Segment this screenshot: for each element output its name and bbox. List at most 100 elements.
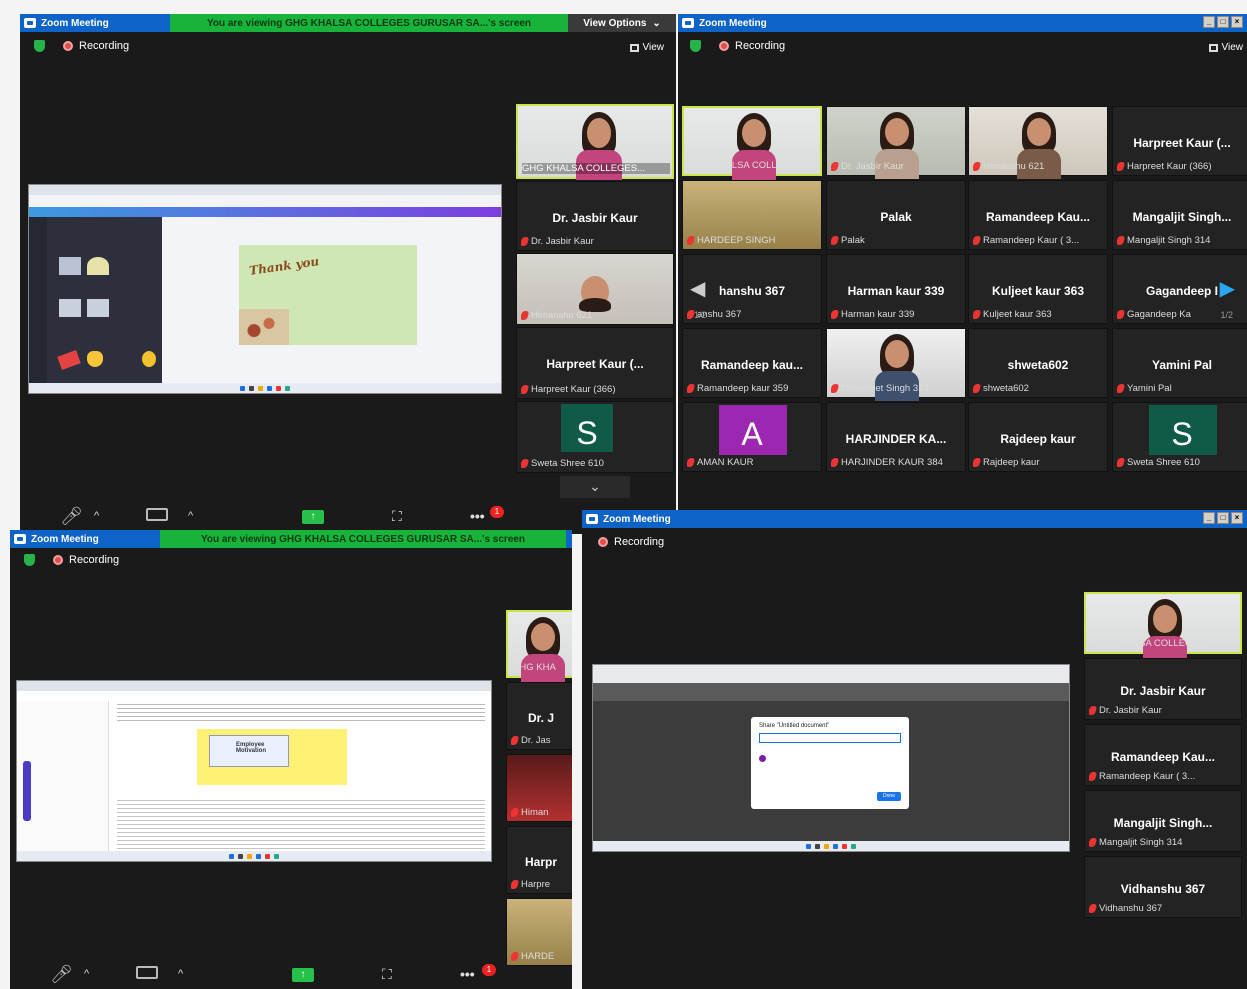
window-title: Zoom Meeting bbox=[41, 17, 109, 29]
view-button[interactable]: View bbox=[629, 42, 664, 53]
participant-label: Mangaljit Singh 314 bbox=[1099, 837, 1183, 848]
next-page-arrow-icon[interactable]: ▶ bbox=[1220, 276, 1235, 301]
muted-mic-icon bbox=[521, 459, 530, 468]
participant-tile[interactable]: Dr. Jasbir Kaur Dr. Jasbir Kaur bbox=[1084, 658, 1242, 720]
slide-thank-you-text: Thank you bbox=[248, 254, 320, 278]
participant-tile[interactable]: shweta602 shweta602 bbox=[968, 328, 1108, 398]
reactions-icon[interactable]: ⛶ bbox=[392, 508, 402, 525]
minimize-button[interactable]: _ bbox=[1203, 512, 1215, 524]
participant-tile[interactable]: Himanshu 621 bbox=[516, 253, 674, 325]
muted-mic-icon bbox=[511, 880, 520, 889]
audio-options-caret[interactable]: ^ bbox=[84, 968, 89, 980]
participant-name: Harpreet Kaur (... bbox=[546, 357, 644, 372]
muted-mic-icon bbox=[1117, 236, 1126, 245]
record-icon bbox=[53, 555, 63, 565]
participant-tile-host[interactable]: GHG KHALSA COLLEGES... bbox=[1084, 592, 1242, 666]
participant-tile[interactable]: Ramandeep Kau... Ramandeep Kaur ( 3... bbox=[968, 180, 1108, 250]
mute-mic-icon[interactable]: 🎤︎ bbox=[60, 506, 83, 527]
participant-label: Himanshu 621 bbox=[983, 161, 1045, 172]
video-options-caret[interactable]: ^ bbox=[178, 968, 183, 980]
close-button[interactable]: × bbox=[1231, 16, 1243, 28]
participant-tile[interactable]: Harpreet Kaur (... Harpreet Kaur (366) bbox=[516, 327, 674, 399]
participant-tile[interactable]: S Sweta Shree 610 bbox=[1112, 402, 1247, 472]
participant-tile[interactable]: Rajdeep kaur Rajdeep kaur bbox=[968, 402, 1108, 472]
participant-tile[interactable]: Harpreet Kaur (... Harpreet Kaur (366) bbox=[1112, 106, 1247, 176]
window-title: Zoom Meeting bbox=[603, 513, 671, 525]
participant-tile[interactable]: Yamini Pal Yamini Pal bbox=[1112, 328, 1247, 398]
participant-tile[interactable]: Harpr Harpre bbox=[506, 826, 572, 894]
google-docs-toolbar bbox=[593, 683, 1069, 701]
reactions-icon[interactable]: ⛶ bbox=[382, 966, 392, 983]
muted-mic-icon bbox=[831, 458, 840, 467]
muted-mic-icon bbox=[687, 384, 696, 393]
participant-tile-host[interactable]: GHG KHALSA COLLEGES... bbox=[682, 106, 822, 180]
participant-name: Ramandeep Kau... bbox=[1110, 750, 1216, 765]
participant-tile[interactable]: Ramandeep kau... Ramandeep kaur 359 bbox=[682, 328, 822, 398]
recording-label: Recording bbox=[735, 40, 786, 52]
recording-indicator: Recording bbox=[34, 40, 129, 52]
participant-tile[interactable]: Vidhanshu 367 Vidhanshu 367 bbox=[1084, 856, 1242, 918]
element-thumbnail bbox=[87, 299, 109, 317]
more-icon[interactable]: ••• bbox=[470, 508, 485, 524]
more-icon[interactable]: ••• bbox=[460, 966, 475, 982]
add-people-input[interactable] bbox=[759, 733, 901, 743]
browser-tab-bar bbox=[29, 185, 501, 195]
mute-mic-icon[interactable]: 🎤︎ bbox=[50, 964, 73, 985]
maximize-button[interactable]: □ bbox=[1217, 512, 1229, 524]
employee-motivation-image: Employee Motivation bbox=[209, 735, 289, 767]
article-sidebar bbox=[17, 701, 109, 851]
muted-mic-icon bbox=[511, 808, 520, 817]
stop-video-icon[interactable] bbox=[136, 966, 158, 979]
video-options-caret[interactable]: ^ bbox=[188, 510, 193, 522]
participant-tile[interactable]: HARJINDER KA... HARJINDER KAUR 384 bbox=[826, 402, 966, 472]
participant-name: Palak bbox=[880, 209, 912, 224]
stop-video-icon[interactable] bbox=[146, 508, 168, 521]
participant-tile[interactable]: Harman kaur 339 Harman kaur 339 bbox=[826, 254, 966, 324]
article-text-lines bbox=[117, 701, 485, 723]
scroll-down-button[interactable]: ⌄ bbox=[560, 476, 630, 498]
zoom-logo-icon bbox=[24, 18, 36, 28]
participant-tile-host[interactable]: GHG KHALSA COLLEGES... bbox=[516, 104, 674, 180]
minimize-button[interactable]: _ bbox=[1203, 16, 1215, 28]
participant-tile[interactable]: Dr. Jasbir Kaur bbox=[826, 106, 966, 179]
participant-tile[interactable]: Himanshu 621 bbox=[968, 106, 1108, 179]
participant-label: Dr. Jasbir Kaur bbox=[1099, 705, 1162, 716]
maximize-button[interactable]: □ bbox=[1217, 16, 1229, 28]
share-screen-button[interactable]: ↑ bbox=[302, 510, 324, 524]
muted-mic-icon bbox=[1089, 904, 1098, 913]
view-button[interactable]: View bbox=[1208, 42, 1243, 53]
view-options-button[interactable]: View Options ⌄ bbox=[568, 14, 676, 32]
participant-name: Mangaljit Singh... bbox=[1132, 209, 1232, 224]
participant-tile[interactable]: HARDEEP SINGH bbox=[682, 180, 822, 250]
done-button[interactable]: Done bbox=[877, 792, 901, 801]
participant-tile[interactable]: Kuljeet kaur 363 Kuljeet kaur 363 bbox=[968, 254, 1108, 324]
participant-label: GHG KHALSA COLLEGES... bbox=[522, 163, 646, 174]
participant-tile[interactable]: Dr. Jasbir Kaur Dr. Jasbir Kaur bbox=[516, 181, 674, 251]
participant-tile[interactable]: Himan bbox=[506, 754, 572, 822]
share-banner: You are viewing GHG KHALSA COLLEGES GURU… bbox=[160, 530, 566, 548]
previous-page-arrow-icon[interactable]: ◀ bbox=[690, 276, 705, 301]
participant-tile[interactable]: Mangaljit Singh... Mangaljit Singh 314 bbox=[1112, 180, 1247, 250]
participant-tile[interactable]: Palak Palak bbox=[826, 180, 966, 250]
page-indicator-left: 1/2 bbox=[694, 310, 707, 320]
participant-tile[interactable]: A AMAN KAUR bbox=[682, 402, 822, 472]
muted-mic-icon bbox=[511, 952, 520, 961]
share-screen-button[interactable]: ↑ bbox=[292, 968, 314, 982]
participant-tile[interactable]: Lovepreet Singh 313 bbox=[826, 328, 966, 401]
participant-tile[interactable]: Dr. J Dr. Jas bbox=[506, 682, 572, 750]
browser-tab-bar bbox=[17, 681, 491, 691]
participant-tile[interactable]: Mangaljit Singh... Mangaljit Singh 314 bbox=[1084, 790, 1242, 852]
participant-label: Kuljeet kaur 363 bbox=[983, 309, 1052, 320]
participant-label: AMAN KAUR bbox=[697, 457, 754, 468]
participant-tile[interactable]: HARDE bbox=[506, 898, 572, 966]
audio-options-caret[interactable]: ^ bbox=[94, 510, 99, 522]
participant-tile[interactable]: S Sweta Shree 610 bbox=[516, 401, 674, 473]
muted-mic-icon bbox=[1117, 162, 1126, 171]
zoom-window-3: Zoom Meeting You are viewing GHG KHALSA … bbox=[10, 530, 572, 989]
participant-name: Harpreet Kaur (... bbox=[1133, 135, 1231, 150]
zoom-window-4: Zoom Meeting _ □ × Recording Share "Untitl… bbox=[582, 510, 1247, 989]
participant-tile[interactable]: Ramandeep Kau... Ramandeep Kaur ( 3... bbox=[1084, 724, 1242, 786]
participant-tile-host[interactable]: GHG KHA bbox=[506, 610, 572, 684]
muted-mic-icon bbox=[1117, 310, 1126, 319]
close-button[interactable]: × bbox=[1231, 512, 1243, 524]
